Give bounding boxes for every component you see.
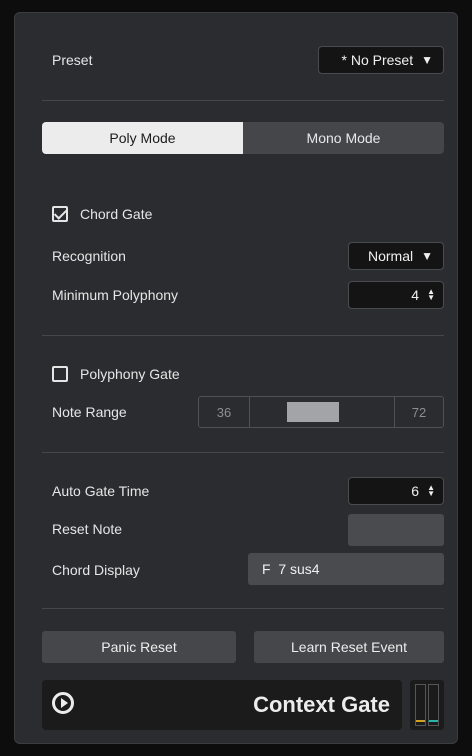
stepper-arrows-icon: ▲ ▼ bbox=[427, 483, 435, 498]
preset-value: * No Preset bbox=[341, 52, 414, 68]
auto-gate-time-value: 6 bbox=[411, 483, 420, 499]
plugin-footer: Context Gate bbox=[42, 680, 402, 730]
preset-dropdown[interactable]: * No Preset ▼ bbox=[318, 46, 444, 74]
poly-mode-button[interactable]: Poly Mode bbox=[42, 122, 243, 154]
chord-display-field: F 7 sus4 bbox=[248, 553, 444, 585]
divider bbox=[42, 335, 444, 336]
min-polyphony-stepper[interactable]: 4 ▲ ▼ bbox=[348, 281, 444, 309]
auto-gate-time-label: Auto Gate Time bbox=[52, 483, 150, 499]
min-polyphony-label: Minimum Polyphony bbox=[52, 287, 179, 303]
chord-display-label: Chord Display bbox=[52, 562, 140, 578]
panic-reset-button[interactable]: Panic Reset bbox=[42, 631, 236, 663]
plugin-title: Context Gate bbox=[253, 692, 390, 717]
recognition-dropdown[interactable]: Normal ▼ bbox=[348, 242, 444, 270]
meter-right bbox=[428, 684, 439, 726]
divider bbox=[42, 608, 444, 609]
min-polyphony-value: 4 bbox=[411, 287, 420, 303]
reset-note-label: Reset Note bbox=[52, 521, 123, 537]
note-range-slider[interactable]: 36 72 bbox=[198, 396, 444, 428]
level-meter bbox=[410, 680, 444, 730]
learn-reset-event-button[interactable]: Learn Reset Event bbox=[254, 631, 444, 663]
reset-note-field[interactable] bbox=[348, 514, 444, 546]
recognition-label: Recognition bbox=[52, 248, 126, 264]
meter-right-level bbox=[429, 720, 438, 722]
note-range-label: Note Range bbox=[52, 404, 127, 420]
chevron-down-icon: ▼ bbox=[421, 249, 433, 263]
mono-mode-button[interactable]: Mono Mode bbox=[243, 122, 444, 154]
stepper-arrows-icon: ▲ ▼ bbox=[427, 287, 435, 302]
auto-gate-time-stepper[interactable]: 6 ▲ ▼ bbox=[348, 477, 444, 505]
divider bbox=[42, 452, 444, 453]
note-range-handle[interactable] bbox=[287, 402, 339, 422]
meter-left-level bbox=[416, 720, 425, 722]
chord-gate-checkbox[interactable] bbox=[52, 206, 68, 222]
meter-left bbox=[415, 684, 426, 726]
chevron-down-icon: ▼ bbox=[421, 53, 433, 67]
note-range-high: 72 bbox=[394, 397, 443, 427]
polyphony-gate-checkbox[interactable] bbox=[52, 366, 68, 382]
play-circle-icon bbox=[52, 692, 74, 714]
mode-switch: Poly Mode Mono Mode bbox=[42, 122, 444, 154]
note-range-low: 36 bbox=[199, 397, 250, 427]
polyphony-gate-label: Polyphony Gate bbox=[80, 366, 180, 382]
chord-gate-label: Chord Gate bbox=[80, 206, 153, 222]
preset-label: Preset bbox=[52, 52, 93, 68]
divider bbox=[42, 100, 444, 101]
recognition-value: Normal bbox=[367, 248, 414, 264]
